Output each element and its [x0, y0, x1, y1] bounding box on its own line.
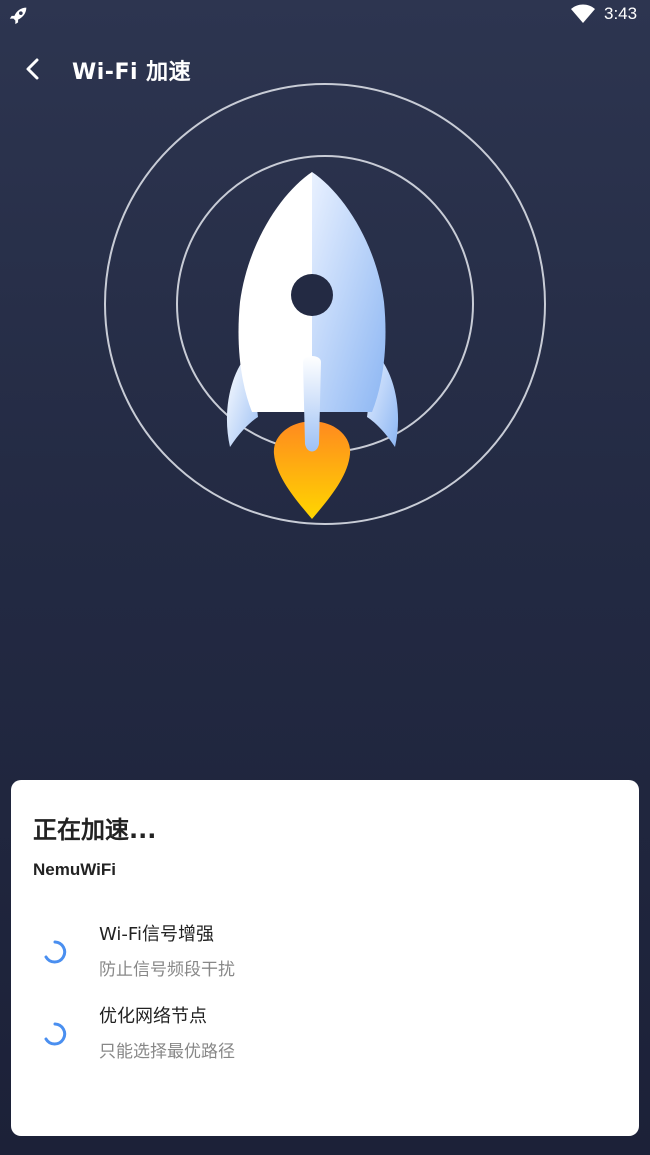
acceleration-card: 正在加速... NemuWiFi Wi-Fi信号增强 防止信号频段干扰 优化网络… [11, 780, 639, 1136]
network-name: NemuWiFi [33, 860, 116, 879]
task-description: 只能选择最优路径 [99, 1042, 235, 1062]
rocket-icon [9, 7, 27, 25]
card-title: 正在加速... [33, 816, 157, 844]
task-item: Wi-Fi信号增强 防止信号频段干扰 [11, 920, 639, 990]
spinner-icon [44, 940, 67, 964]
status-time: 3:43 [604, 4, 638, 23]
task-title: Wi-Fi信号增强 [99, 924, 214, 945]
back-button[interactable] [16, 52, 50, 86]
rocket-window [291, 274, 333, 316]
task-description: 防止信号频段干扰 [99, 960, 235, 980]
chevron-left-icon [26, 58, 39, 80]
wifi-icon [571, 4, 595, 23]
rocket-illustration [104, 83, 546, 525]
status-bar: 3:43 [0, 0, 650, 30]
spinner-icon [44, 1022, 67, 1046]
task-item: 优化网络节点 只能选择最优路径 [11, 1002, 639, 1072]
task-title: 优化网络节点 [99, 1006, 207, 1027]
rocket-exhaust [303, 356, 321, 452]
